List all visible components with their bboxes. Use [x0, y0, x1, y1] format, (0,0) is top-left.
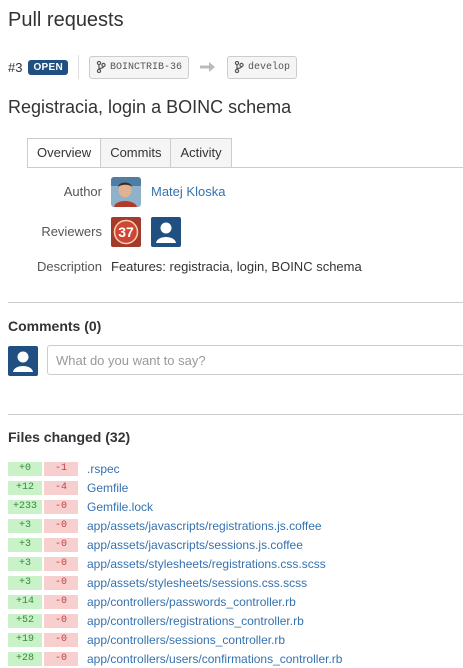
branch-icon: [96, 61, 106, 73]
reviewers-label: Reviewers: [41, 224, 102, 239]
pull-request-page: Pull requests #3 OPEN BOINCTRIB-36 devel…: [0, 0, 463, 666]
pr-number: #3: [8, 59, 23, 75]
reviewer-avatar[interactable]: 37: [111, 217, 141, 247]
tab-activity[interactable]: Activity: [170, 138, 232, 168]
author-name-link[interactable]: Matej Kloska: [151, 184, 225, 199]
added-count: +233: [8, 499, 42, 514]
file-link[interactable]: app/controllers/passwords_controller.rb: [87, 595, 296, 609]
removed-count: -4: [44, 480, 78, 495]
avatar[interactable]: [111, 177, 141, 207]
added-count: +3: [8, 537, 42, 552]
list-item[interactable]: +0 -1 .rspec: [8, 459, 342, 478]
list-item[interactable]: +3 -0 app/assets/javascripts/registratio…: [8, 516, 342, 535]
comments-heading: Comments (0): [8, 318, 102, 334]
added-count: +3: [8, 518, 42, 533]
added-count: +3: [8, 575, 42, 590]
author-label: Author: [63, 184, 102, 199]
file-link[interactable]: app/assets/javascripts/sessions.js.coffe…: [87, 538, 303, 552]
list-item[interactable]: +3 -0 app/assets/javascripts/sessions.js…: [8, 535, 342, 554]
removed-count: -0: [44, 518, 78, 533]
tab-bar: Overview Commits Activity: [27, 138, 232, 168]
file-link[interactable]: app/controllers/users/confirmations_cont…: [87, 652, 342, 666]
removed-count: -0: [44, 537, 78, 552]
description-label: Description: [36, 259, 102, 274]
tab-divider: [27, 167, 463, 168]
list-item[interactable]: +3 -0 app/assets/stylesheets/registratio…: [8, 554, 342, 573]
comment-input[interactable]: [47, 345, 463, 375]
file-link[interactable]: app/controllers/sessions_controller.rb: [87, 633, 285, 647]
user-icon[interactable]: [151, 217, 181, 247]
source-branch-label: BOINCTRIB-36: [110, 61, 183, 73]
divider: [78, 55, 80, 79]
arrow-right-icon: [199, 61, 217, 73]
list-item[interactable]: +19 -0 app/controllers/sessions_controll…: [8, 630, 342, 649]
removed-count: -0: [44, 613, 78, 628]
files-heading: Files changed (32): [8, 429, 131, 445]
added-count: +14: [8, 594, 42, 609]
removed-count: -0: [44, 575, 78, 590]
target-branch-label: develop: [248, 61, 291, 73]
list-item[interactable]: +52 -0 app/controllers/registrations_con…: [8, 611, 342, 630]
pr-title: Registracia, login a BOINC schema: [8, 97, 292, 117]
source-branch[interactable]: BOINCTRIB-36: [89, 55, 190, 79]
file-link[interactable]: app/controllers/registrations_controller…: [87, 614, 304, 628]
added-count: +52: [8, 613, 42, 628]
user-icon: [8, 346, 38, 376]
divider: [8, 302, 463, 303]
list-item[interactable]: +3 -0 app/assets/stylesheets/sessions.cs…: [8, 573, 342, 592]
list-item[interactable]: +233 -0 Gemfile.lock: [8, 497, 342, 516]
target-branch[interactable]: develop: [227, 55, 298, 79]
reviewer-badge-text: 37: [118, 224, 134, 240]
file-link[interactable]: Gemfile: [87, 481, 128, 495]
tab-overview[interactable]: Overview: [27, 138, 102, 168]
added-count: +12: [8, 480, 42, 495]
file-link[interactable]: app/assets/javascripts/registrations.js.…: [87, 519, 322, 533]
list-item[interactable]: +14 -0 app/controllers/passwords_control…: [8, 592, 342, 611]
added-count: +0: [8, 461, 42, 476]
removed-count: -0: [44, 499, 78, 514]
file-list: +0 -1 .rspec +12 -4 Gemfile +233 -0 Gemf…: [8, 459, 342, 668]
file-link[interactable]: app/assets/stylesheets/sessions.css.scss: [87, 576, 307, 590]
removed-count: -0: [44, 556, 78, 571]
list-item[interactable]: +28 -0 app/controllers/users/confirmatio…: [8, 649, 342, 668]
removed-count: -0: [44, 651, 78, 666]
tab-commits[interactable]: Commits: [100, 138, 172, 168]
removed-count: -0: [44, 632, 78, 647]
branch-icon: [234, 61, 244, 73]
page-title: Pull requests: [8, 9, 124, 31]
status-badge: OPEN: [28, 59, 69, 75]
description-text: Features: registracia, login, BOINC sche…: [111, 259, 362, 274]
list-item[interactable]: +12 -4 Gemfile: [8, 478, 342, 497]
added-count: +28: [8, 651, 42, 666]
removed-count: -0: [44, 594, 78, 609]
added-count: +3: [8, 556, 42, 571]
divider: [8, 414, 463, 415]
file-link[interactable]: Gemfile.lock: [87, 500, 153, 514]
file-link[interactable]: .rspec: [87, 462, 120, 476]
pr-meta-bar: #3 OPEN BOINCTRIB-36 develop: [8, 55, 298, 79]
added-count: +19: [8, 632, 42, 647]
removed-count: -1: [44, 461, 78, 476]
file-link[interactable]: app/assets/stylesheets/registrations.css…: [87, 557, 326, 571]
